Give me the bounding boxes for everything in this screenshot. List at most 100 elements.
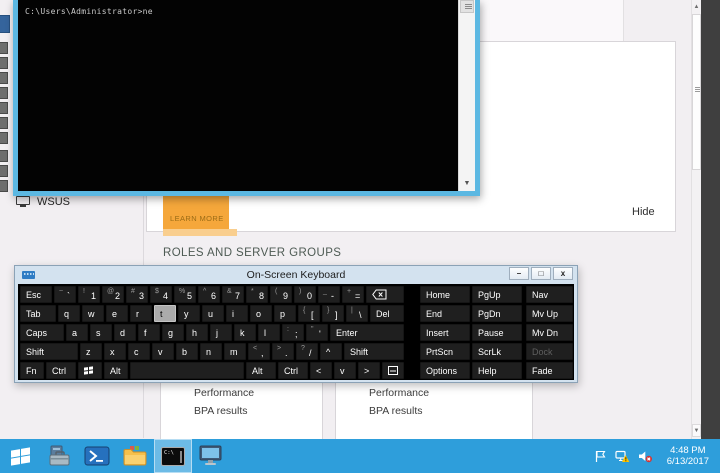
osk-key-menu[interactable] xyxy=(382,362,404,379)
command-prompt-window[interactable]: C:\Users\Administrator>ne ▼ xyxy=(13,0,480,196)
osk-key-pgdn[interactable]: PgDn xyxy=(472,305,522,322)
osk-key-help[interactable]: Help xyxy=(472,362,522,379)
taskbar-item-file-explorer[interactable] xyxy=(116,439,154,473)
osk-key-end[interactable]: End xyxy=(420,305,470,322)
osk-key-fade[interactable]: Fade xyxy=(526,362,573,379)
osk-key-t[interactable]: t xyxy=(154,305,176,322)
osk-key-insert[interactable]: Insert xyxy=(420,324,470,341)
osk-key-tab[interactable]: Tab xyxy=(20,305,56,322)
osk-key-arrow-left[interactable]: < xyxy=(310,362,332,379)
start-button[interactable] xyxy=(0,439,40,473)
osk-key-l[interactable]: l xyxy=(258,324,280,341)
osk-key-e[interactable]: e xyxy=(106,305,128,322)
osk-key-dock[interactable]: Dock xyxy=(526,343,573,360)
osk-key-b[interactable]: b xyxy=(176,343,198,360)
osk-key-3[interactable]: #3 xyxy=(126,286,148,303)
taskbar-item-command-prompt[interactable]: C:\ xyxy=(154,439,192,473)
osk-key-alt-right[interactable]: Alt xyxy=(246,362,276,379)
console-scrollbar-thumb[interactable] xyxy=(460,0,474,13)
volume-muted-icon[interactable] xyxy=(638,450,653,463)
osk-key-s[interactable]: s xyxy=(90,324,112,341)
osk-key-backslash[interactable]: | \ xyxy=(346,305,368,322)
osk-key-ctrl-right[interactable]: Ctrl xyxy=(278,362,308,379)
osk-key-windows[interactable] xyxy=(78,362,102,379)
osk-key-f[interactable]: f xyxy=(138,324,160,341)
scroll-down-icon[interactable]: ▼ xyxy=(692,424,701,437)
maximize-button[interactable]: □ xyxy=(531,267,551,280)
sidebar-icon-sliver[interactable] xyxy=(0,150,8,162)
osk-key-d[interactable]: d xyxy=(114,324,136,341)
osk-key-w[interactable]: w xyxy=(82,305,104,322)
osk-key-minus[interactable]: _ - xyxy=(318,286,340,303)
osk-key-equals[interactable]: + = xyxy=(342,286,364,303)
osk-key-x[interactable]: x xyxy=(104,343,126,360)
hide-link[interactable]: Hide xyxy=(632,206,655,218)
osk-key-prtscn[interactable]: PrtScn xyxy=(420,343,470,360)
sidebar-icon-sliver[interactable] xyxy=(0,117,8,129)
on-screen-keyboard-window[interactable]: On-Screen Keyboard – □ x Esc ~ `! 1 @2 #3 $4% 5… xyxy=(14,265,578,383)
osk-key-period[interactable]: >. xyxy=(272,343,294,360)
taskbar-item-computer[interactable] xyxy=(192,439,230,473)
osk-key-5[interactable]: % 5 xyxy=(174,286,196,303)
osk-key-1[interactable]: ! 1 xyxy=(78,286,100,303)
network-warning-icon[interactable] xyxy=(615,450,630,463)
sidebar-icon-sliver[interactable] xyxy=(0,87,8,99)
osk-key-9[interactable]: (9 xyxy=(270,286,292,303)
osk-key-space[interactable] xyxy=(130,362,244,379)
osk-key-options[interactable]: Options xyxy=(420,362,470,379)
sidebar-icon-sliver[interactable] xyxy=(0,132,8,144)
console-scrollbar[interactable]: ▼ xyxy=(458,0,475,191)
taskbar-item-server-manager[interactable] xyxy=(40,439,78,473)
sidebar-icon-sliver[interactable] xyxy=(0,102,8,114)
osk-key-h[interactable]: h xyxy=(186,324,208,341)
scroll-up-icon[interactable]: ▲ xyxy=(692,0,701,13)
close-button[interactable]: x xyxy=(553,267,573,280)
osk-key-2[interactable]: @2 xyxy=(102,286,124,303)
osk-key-k[interactable]: k xyxy=(234,324,256,341)
osk-key-nav[interactable]: Nav xyxy=(526,286,573,303)
sidebar-icon-sliver[interactable] xyxy=(0,165,8,177)
osk-key-arrow-up[interactable]: ^ xyxy=(320,343,342,360)
osk-key-semicolon[interactable]: :; xyxy=(282,324,304,341)
main-scrollbar[interactable]: ▲ ▼ xyxy=(691,0,701,439)
osk-key-apostrophe[interactable]: " ' xyxy=(306,324,328,341)
osk-key-caps[interactable]: Caps xyxy=(20,324,64,341)
osk-key-enter[interactable]: Enter xyxy=(330,324,404,341)
tile-row-performance[interactable]: Performance xyxy=(369,387,429,399)
osk-key-6[interactable]: ^ 6 xyxy=(198,286,220,303)
osk-key-slash[interactable]: ? / xyxy=(296,343,318,360)
osk-key-bracket-close[interactable]: }] xyxy=(322,305,344,322)
console-scroll-down-icon[interactable]: ▼ xyxy=(460,177,474,190)
osk-key-pause[interactable]: Pause xyxy=(472,324,522,341)
osk-key-j[interactable]: j xyxy=(210,324,232,341)
osk-key-shift-right[interactable]: Shift xyxy=(344,343,404,360)
sidebar-icon-sliver[interactable] xyxy=(0,72,8,84)
osk-key-q[interactable]: q xyxy=(58,305,80,322)
osk-key-u[interactable]: u xyxy=(202,305,224,322)
sidebar-icon-sliver[interactable] xyxy=(0,180,8,192)
osk-key-mv-up[interactable]: Mv Up xyxy=(526,305,573,322)
osk-key-a[interactable]: a xyxy=(66,324,88,341)
osk-key-del[interactable]: Del xyxy=(370,305,404,322)
tile-row-performance[interactable]: Performance xyxy=(194,387,254,399)
osk-key-fn[interactable]: Fn xyxy=(20,362,44,379)
osk-key-bracket-open[interactable]: {[ xyxy=(298,305,320,322)
osk-key-scrlk[interactable]: ScrLk xyxy=(472,343,522,360)
tile-row-bpa-results[interactable]: BPA results xyxy=(369,405,423,417)
minimize-button[interactable]: – xyxy=(509,267,529,280)
osk-key-pgup[interactable]: PgUp xyxy=(472,286,522,303)
osk-key-home[interactable]: Home xyxy=(420,286,470,303)
osk-key-z[interactable]: z xyxy=(80,343,102,360)
osk-key-i[interactable]: i xyxy=(226,305,248,322)
osk-key-v[interactable]: v xyxy=(152,343,174,360)
taskbar-item-powershell[interactable] xyxy=(78,439,116,473)
console-screen[interactable]: C:\Users\Administrator>ne ▼ xyxy=(18,0,475,191)
sidebar-icon-sliver[interactable] xyxy=(0,42,8,54)
osk-key-m[interactable]: m xyxy=(224,343,246,360)
osk-key-y[interactable]: y xyxy=(178,305,200,322)
osk-key-shift-left[interactable]: Shift xyxy=(20,343,78,360)
osk-titlebar[interactable]: On-Screen Keyboard – □ x xyxy=(18,266,574,284)
osk-key-comma[interactable]: <, xyxy=(248,343,270,360)
taskbar-clock[interactable]: 4:48 PM 6/13/2017 xyxy=(661,445,715,467)
osk-key-4[interactable]: $4 xyxy=(150,286,172,303)
